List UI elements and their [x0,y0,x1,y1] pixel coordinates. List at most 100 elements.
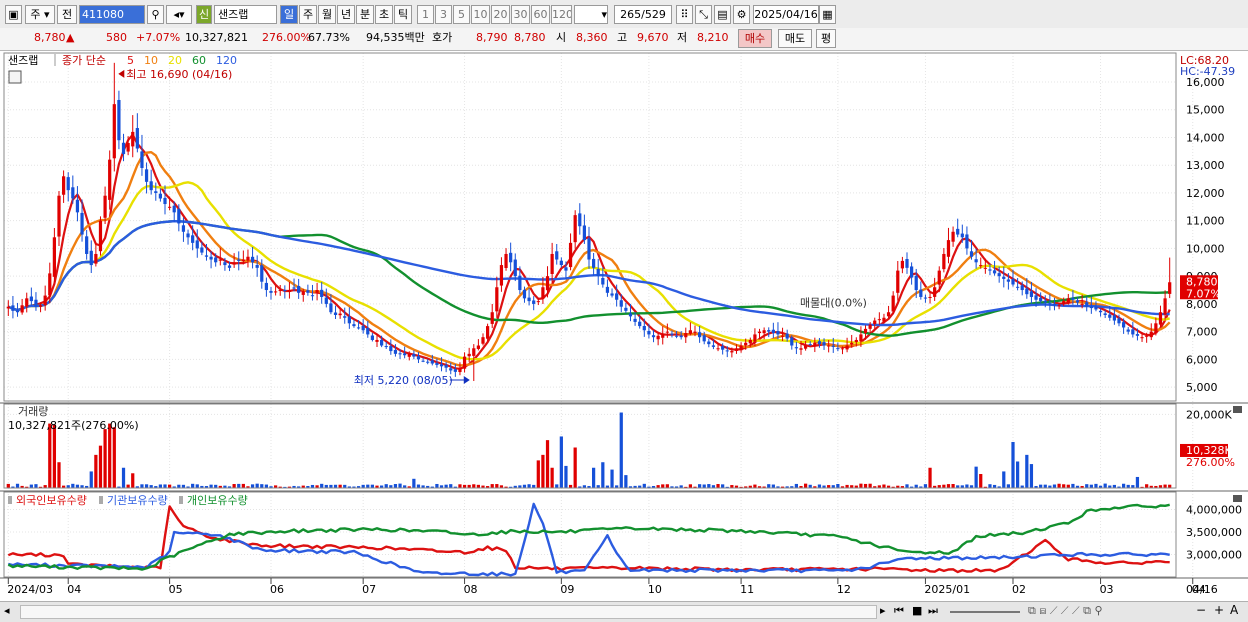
candle [1149,331,1153,338]
volume-bar [928,467,932,488]
volume-bar [753,484,757,488]
window-menu-icon[interactable]: ▣ [5,5,22,24]
candle [997,273,1001,277]
candle [297,285,301,293]
grid-icon[interactable]: ⠿ [676,5,693,24]
zoom-in-icon[interactable]: + [1214,603,1224,617]
tab-interval-120[interactable]: 120 [551,5,572,24]
candle [780,335,785,337]
volume-bar [250,484,255,488]
volume-bar [697,484,702,488]
tab-interval-1[interactable]: 1 [417,5,434,24]
bottom-scrollbar[interactable]: ◂ ▸ ⏮ ■ ⏭ ⧉ ⧈ ⟋ ⟋ ⟋ ⧉ ⚲ − + A [0,601,1248,622]
gear-icon[interactable]: ⚙ [733,5,750,24]
tab-interval-3[interactable]: 3 [435,5,452,24]
search-icon[interactable]: ⚲ [147,5,164,24]
candle [1112,315,1117,321]
candle [154,191,158,193]
candle [444,364,448,368]
stop-icon[interactable]: ■ [912,604,922,617]
high-label: 고 [617,31,628,44]
volume-bar [98,445,103,488]
sell-button[interactable]: 매도 [778,29,812,48]
zoom-out-icon[interactable]: − [1196,603,1206,617]
candle [495,287,499,312]
interval-input[interactable]: ▾ [574,5,608,24]
x-tick-label: 2025/01 [924,583,970,596]
candle [555,251,559,260]
candle [822,342,826,346]
buy-button[interactable]: 매수 [738,29,772,48]
volume-bar [15,483,20,488]
prev-button[interactable]: 전 [57,5,77,24]
scroll-right-icon[interactable]: ▸ [880,604,886,617]
x-tick-label: 02 [1012,583,1026,596]
candle [246,256,250,261]
candle [591,258,596,268]
candle [15,310,20,313]
tab-interval-30[interactable]: 30 [511,5,530,24]
candle [836,348,840,350]
candle [1140,337,1144,339]
tab-interval-20[interactable]: 20 [491,5,510,24]
high-annotation: 최고 16,690 (04/16) [126,68,232,81]
volume-bar [458,484,462,488]
first-page-icon[interactable]: ⏮ [894,604,904,618]
tab-interval-60[interactable]: 60 [531,5,550,24]
candle [29,296,33,302]
candle [329,303,333,313]
open-value: 8,360 [576,31,608,44]
save-icon[interactable]: ▤ [714,5,731,24]
tool-icons[interactable]: ⧉ ⧈ ⟋ ⟋ ⟋ ⧉ ⚲ [1028,604,1103,618]
text-tool-icon[interactable]: A [1230,603,1238,617]
tab-period-6[interactable]: 틱 [394,5,412,24]
candle [324,297,328,304]
zoom-slider[interactable] [950,611,1020,613]
candle [1029,291,1034,297]
candle [813,342,817,346]
legend-prefix: 종가 단순 [62,54,106,67]
tab-period-4[interactable]: 분 [356,5,374,24]
volume-bar [1062,484,1066,488]
chart-draw-icon[interactable]: ⤡ [695,5,712,24]
tab-period-1[interactable]: 주 [299,5,317,24]
calendar-icon[interactable]: ▦ [819,5,836,24]
volume-bar [1025,454,1029,488]
x-tick-label: 06 [270,583,284,596]
date-field[interactable]: 2025/04/16 [753,5,819,24]
candle [1052,303,1057,306]
candle [748,339,752,344]
volume-bar [610,469,614,488]
stock-name-field[interactable]: 샌즈랩 [214,5,277,24]
tab-period-5[interactable]: 초 [375,5,393,24]
market-select[interactable]: 주 ▾ [25,5,55,24]
scroll-left-icon[interactable]: ◂ [4,604,10,617]
scroll-track[interactable] [20,605,877,619]
candle [753,334,757,342]
eval-button[interactable]: 평 [816,29,836,48]
volume-bar [260,484,264,488]
tab-period-0[interactable]: 일 [280,5,298,24]
candle [1043,300,1047,303]
speaker-icon[interactable]: ◂▾ [166,5,192,24]
candle [48,273,52,296]
holding-legend-0: 외국인보유수량 [16,494,87,507]
candle [273,291,278,293]
volume-bar [979,474,983,488]
candle [117,99,121,141]
candle [568,242,573,268]
tab-interval-10[interactable]: 10 [471,5,490,24]
stock-chart[interactable]: 5,0006,0007,0008,0009,00010,00011,00012,… [0,51,1248,601]
last-page-icon[interactable]: ⏭ [928,604,938,618]
tab-period-2[interactable]: 월 [318,5,336,24]
code-input[interactable]: 411080 [79,5,145,24]
candle [707,341,711,345]
tab-interval-5[interactable]: 5 [453,5,470,24]
candle [75,199,80,213]
volume-bar [882,484,886,488]
count-field[interactable]: 265/529 [614,5,672,24]
tab-period-3[interactable]: 년 [337,5,355,24]
holding-legend-1: 기관보유수량 [107,494,168,507]
volume-bar [1094,483,1098,488]
candle [734,348,739,351]
